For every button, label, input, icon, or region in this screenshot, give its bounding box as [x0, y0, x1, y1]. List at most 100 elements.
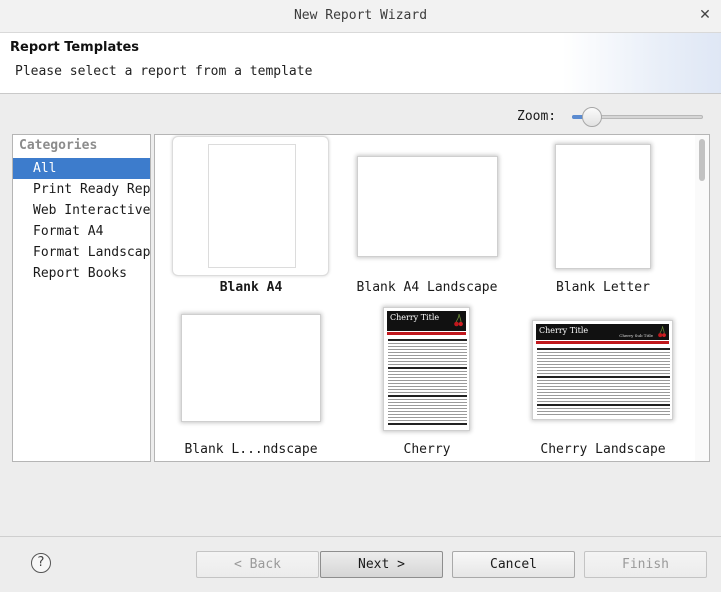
- cherry-header: Cherry Title Cherry Sub Title: [536, 324, 669, 340]
- templates-scrollbar[interactable]: [695, 135, 709, 461]
- table-row-line: [537, 389, 670, 390]
- table-row-line: [537, 395, 670, 396]
- category-item-print-ready[interactable]: Print Ready Reports: [13, 179, 150, 200]
- cherry-icon: [454, 314, 463, 327]
- category-item-format-a4[interactable]: Format A4: [13, 221, 150, 242]
- table-row-line: [388, 414, 467, 415]
- table-row-line: [388, 339, 467, 341]
- table-row-line: [537, 380, 670, 381]
- table-row-line: [537, 367, 670, 368]
- table-row-line: [388, 399, 467, 400]
- table-row-line: [537, 361, 670, 362]
- table-row-line: [537, 373, 670, 374]
- table-row-line: [537, 370, 670, 371]
- category-item-web-interactive[interactable]: Web Interactive: [13, 200, 150, 221]
- table-row-line: [388, 420, 467, 421]
- table-row-line: [388, 377, 467, 378]
- template-thumbnail: [208, 144, 296, 268]
- template-label: Cherry Landscape: [540, 442, 666, 457]
- table-row-line: [388, 355, 467, 356]
- template-blank-letter-landscape[interactable]: Blank L...ndscape: [171, 305, 331, 461]
- table-row-line: [537, 383, 670, 384]
- table-row-line: [388, 389, 467, 390]
- template-thumbnail: Cherry Title: [383, 307, 470, 431]
- template-label: Blank A4: [219, 280, 283, 295]
- categories-list: Categories All Print Ready Reports Web I…: [12, 134, 151, 462]
- template-label: Blank A4 Landscape: [356, 280, 498, 295]
- table-row-line: [537, 392, 670, 393]
- template-blank-letter[interactable]: Blank Letter: [523, 135, 683, 297]
- table-row-line: [537, 364, 670, 365]
- cherry-title: Cherry Title: [539, 326, 589, 335]
- close-icon[interactable]: ✕: [698, 7, 712, 23]
- category-item-format-landscape[interactable]: Format Landscape: [13, 242, 150, 263]
- cherry-red-band: [387, 332, 466, 335]
- table-row-line: [537, 376, 670, 378]
- table-row-line: [388, 405, 467, 406]
- table-row-line: [388, 364, 467, 365]
- template-thumbnail: [357, 156, 498, 257]
- table-row-line: [537, 404, 670, 406]
- table-row-line: [537, 348, 670, 350]
- back-button[interactable]: < Back: [196, 551, 319, 578]
- table-row-line: [388, 395, 467, 397]
- table-row-line: [388, 423, 467, 425]
- template-blank-a4[interactable]: Blank A4: [171, 135, 331, 297]
- table-row-line: [537, 358, 670, 359]
- table-row-line: [537, 414, 670, 415]
- table-row-line: [537, 398, 670, 399]
- table-row-line: [537, 352, 670, 353]
- table-row-line: [388, 408, 467, 409]
- table-row-line: [537, 386, 670, 387]
- template-cherry[interactable]: Cherry Title Cherry: [347, 305, 507, 461]
- table-row-line: [537, 401, 670, 402]
- table-row-line: [388, 374, 467, 375]
- table-row-line: [388, 361, 467, 362]
- table-row-line: [388, 352, 467, 353]
- cancel-button[interactable]: Cancel: [452, 551, 575, 578]
- table-row-line: [388, 371, 467, 372]
- window-title: New Report Wizard: [293, 8, 428, 23]
- zoom-label: Zoom:: [517, 109, 557, 124]
- help-icon[interactable]: ?: [31, 553, 51, 573]
- table-row-line: [388, 380, 467, 381]
- table-row-line: [537, 408, 670, 409]
- table-row-line: [388, 358, 467, 359]
- template-thumbnail: [181, 314, 321, 422]
- table-row-line: [388, 417, 467, 418]
- footer-separator: [0, 536, 721, 537]
- wizard-header: Report Templates Please select a report …: [0, 33, 721, 94]
- cherry-subtitle: Cherry Sub Title: [619, 333, 653, 338]
- table-row-line: [388, 349, 467, 350]
- category-item-report-books[interactable]: Report Books: [13, 263, 150, 284]
- template-label: Blank Letter: [556, 280, 650, 295]
- table-row-line: [388, 402, 467, 403]
- templates-grid: Blank A4 Blank A4 Landscape Blank Letter…: [154, 134, 710, 462]
- table-row-line: [537, 355, 670, 356]
- cherry-red-band: [536, 341, 669, 344]
- next-button[interactable]: Next >: [320, 551, 443, 578]
- scrollbar-thumb[interactable]: [699, 139, 705, 181]
- cherry-title: Cherry Title: [390, 313, 440, 322]
- template-label: Cherry: [403, 442, 451, 457]
- table-row-line: [388, 392, 467, 393]
- template-blank-a4-landscape[interactable]: Blank A4 Landscape: [347, 135, 507, 297]
- table-row-line: [388, 411, 467, 412]
- page-title: Report Templates: [10, 40, 140, 55]
- page-description: Please select a report from a template: [15, 64, 313, 79]
- template-cherry-landscape[interactable]: Cherry Title Cherry Sub Title Cherry Lan…: [523, 305, 683, 461]
- cherry-icon: [658, 326, 666, 338]
- cherry-header: Cherry Title: [387, 311, 466, 331]
- table-row-line: [537, 411, 670, 412]
- template-thumbnail: Cherry Title Cherry Sub Title: [532, 320, 673, 420]
- finish-button[interactable]: Finish: [584, 551, 707, 578]
- zoom-slider-thumb[interactable]: [581, 107, 602, 127]
- table-row-line: [388, 367, 467, 369]
- template-thumbnail: [555, 144, 651, 269]
- category-item-all[interactable]: All: [13, 158, 150, 179]
- table-row-line: [388, 386, 467, 387]
- table-row-line: [388, 383, 467, 384]
- template-label: Blank L...ndscape: [184, 442, 318, 457]
- table-row-line: [388, 343, 467, 344]
- table-row-line: [388, 346, 467, 347]
